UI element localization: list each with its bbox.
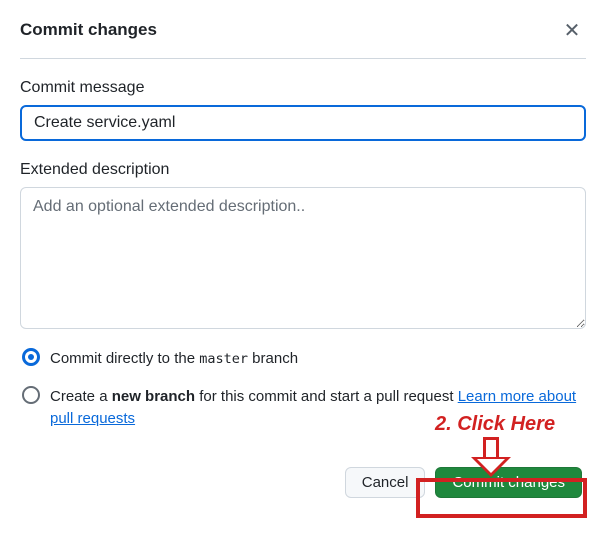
branch-name: master [199, 351, 248, 367]
commit-message-label: Commit message [20, 79, 586, 97]
commit-direct-option[interactable]: Commit directly to the master branch [20, 348, 586, 370]
newbranch-bold: new branch [112, 388, 195, 405]
commit-newbranch-radio[interactable] [22, 386, 40, 404]
commit-direct-label: Commit directly to the master branch [50, 348, 298, 370]
dialog-title: Commit changes [20, 20, 157, 40]
extended-description-label: Extended description [20, 161, 586, 179]
close-icon: ✕ [564, 18, 581, 43]
direct-suffix: branch [248, 350, 298, 367]
newbranch-prefix: Create a [50, 388, 112, 405]
cancel-button[interactable]: Cancel [345, 467, 426, 498]
commit-message-input[interactable] [20, 105, 586, 141]
dialog-footer: Cancel Commit changes [20, 467, 586, 498]
close-button[interactable]: ✕ [558, 16, 586, 44]
commit-changes-button[interactable]: Commit changes [435, 467, 582, 498]
commit-direct-radio[interactable] [22, 348, 40, 366]
commit-newbranch-label: Create a new branch for this commit and … [50, 386, 586, 430]
direct-prefix: Commit directly to the [50, 350, 199, 367]
extended-description-input[interactable] [20, 187, 586, 329]
newbranch-suffix: for this commit and start a pull request [195, 388, 458, 405]
commit-message-section: Commit message [20, 79, 586, 141]
commit-dialog: Commit changes ✕ Commit message Extended… [0, 0, 606, 514]
dialog-header: Commit changes ✕ [20, 16, 586, 59]
commit-newbranch-option[interactable]: Create a new branch for this commit and … [20, 386, 586, 430]
extended-description-section: Extended description [20, 161, 586, 332]
